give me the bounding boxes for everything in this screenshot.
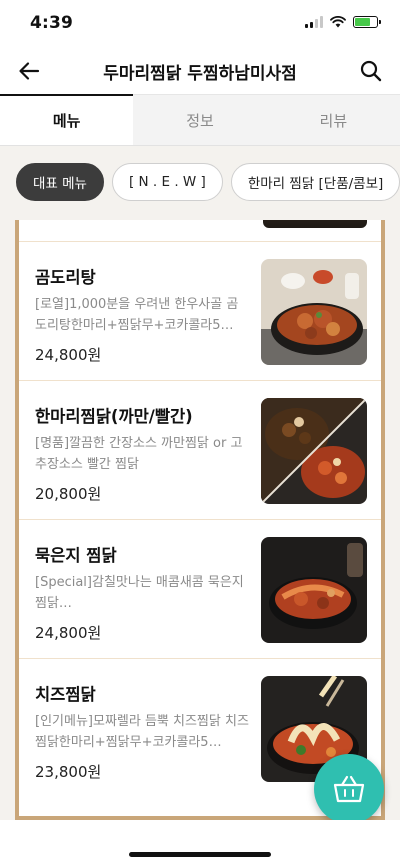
tab-reviews[interactable]: 리뷰 [266,94,400,145]
menu-item-image [261,537,367,643]
chip-new[interactable]: [ N . E . W ] [111,163,223,201]
tab-menu[interactable]: 메뉴 [0,94,134,145]
menu-list-panel: 곰도리탕 [로열]1,000분을 우려낸 한우사골 곰도리탕한마리+찜닭무+코카… [15,220,385,820]
menu-item-description: [명품]깔끔한 간장소스 까만찜닭 or 고추장소스 빨간 찜닭 [35,436,243,472]
menu-item-image [261,398,367,504]
basket-icon [333,775,365,803]
bottom-safe-area [0,820,400,866]
back-button[interactable] [14,56,44,86]
status-bar: 4:39 [0,0,400,48]
menu-item-price: 20,800원 [35,485,102,503]
menu-item-price: 23,800원 [35,763,102,781]
menu-item[interactable]: 곰도리탕 [로열]1,000분을 우려낸 한우사골 곰도리탕한마리+찜닭무+코카… [19,242,381,381]
home-indicator [129,852,271,857]
menu-item-price: 24,800원 [35,346,102,364]
category-chip-bar: 대표 메뉴 [ N . E . W ] 한마리 찜닭 [단품/콤보] ​ [0,146,400,220]
wifi-icon [330,16,346,28]
menu-list-area: 곰도리탕 [로열]1,000분을 우려낸 한우사골 곰도리탕한마리+찜닭무+코카… [0,220,400,820]
chip-signature-menu[interactable]: 대표 메뉴 [16,163,104,201]
status-icons [305,16,381,28]
menu-item-name: 묵은지 찜닭 [35,546,117,565]
cellular-signal-icon [305,16,323,28]
menu-item-name: 곰도리탕 [35,268,96,287]
tab-info[interactable]: 정보 [133,94,267,145]
menu-item-price: 24,800원 [35,624,102,642]
menu-item-description: [인기메뉴]모짜렐라 듬뿍 치즈찜닭 치즈찜닭한마리+찜닭무+코카콜라5… [35,714,249,750]
menu-item-description: [로열]1,000분을 우려낸 한우사골 곰도리탕한마리+찜닭무+코카콜라5… [35,297,239,333]
menu-item-partial[interactable] [19,220,381,242]
arrow-left-icon [19,62,40,80]
menu-item[interactable]: 한마리찜닭(까만/빨간) [명품]깔끔한 간장소스 까만찜닭 or 고추장소스 … [19,381,381,520]
menu-item[interactable]: 묵은지 찜닭 [Special]감칠맛나는 매콤새콤 묵은지 찜닭… 24,80… [19,520,381,659]
menu-item-name: 한마리찜닭(까만/빨간) [35,407,193,426]
menu-item-image [261,259,367,365]
app-header: 두마리찜닭 두찜하남미사점 [0,48,400,94]
menu-item-description: [Special]감칠맛나는 매콤새콤 묵은지 찜닭… [35,575,244,611]
search-button[interactable] [356,56,386,86]
status-time: 4:39 [30,13,74,33]
cart-button[interactable] [314,754,384,824]
menu-item-name: 치즈찜닭 [35,685,96,704]
chip-single-chicken[interactable]: 한마리 찜닭 [단품/콤보] [230,163,400,201]
menu-item-image [263,220,367,228]
tab-bar: 메뉴 정보 리뷰 [0,94,400,146]
search-icon [360,60,382,82]
page-title: 두마리찜닭 두찜하남미사점 [103,64,297,84]
battery-icon [353,16,381,28]
